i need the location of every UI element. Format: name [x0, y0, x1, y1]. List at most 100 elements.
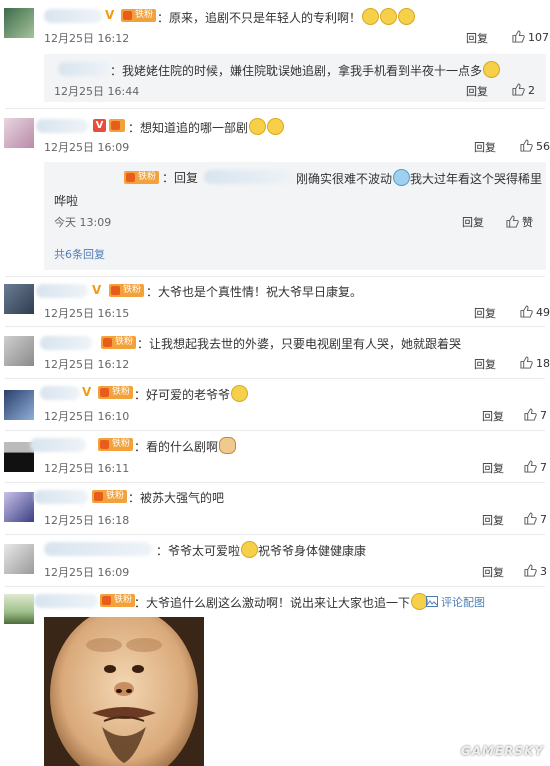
like-count: 18 [536, 357, 550, 370]
comment-text: ：看的什么剧啊 [134, 437, 237, 455]
reply-button[interactable]: 回复 [466, 30, 488, 46]
username-blurred[interactable] [34, 594, 98, 608]
like-button[interactable]: 3 [524, 564, 547, 578]
username-blurred[interactable] [40, 386, 80, 400]
verified-v-icon: V [82, 385, 92, 399]
comment-9: 铁粉 ：大爷追什么剧这么激动啊！说出来让大家也追一下 评论配图 GAMERSKY [0, 588, 550, 766]
like-button[interactable]: 56 [520, 139, 550, 153]
reply-button[interactable]: 回复 [482, 408, 504, 424]
laugh-emoji [241, 541, 259, 558]
avatar[interactable] [4, 390, 34, 420]
reply-button[interactable]: 回复 [462, 214, 484, 230]
comment-text: ：想知道追的哪一部剧 [128, 118, 285, 136]
like-count: 2 [528, 84, 535, 97]
like-button[interactable]: 49 [520, 305, 550, 319]
crying-laugh-emoji [362, 8, 380, 25]
divider [5, 326, 545, 327]
comment-text: ：大爷也是个真性情！祝大爷早日康复。 [146, 285, 363, 299]
fan-badge-icon: 铁粉 [98, 438, 134, 451]
username-blurred[interactable] [204, 170, 294, 184]
sub-reply-text: 哗啦 [54, 194, 79, 208]
divider [5, 586, 545, 587]
username-blurred[interactable] [44, 542, 152, 556]
avatar[interactable] [4, 336, 34, 366]
like-label: 赞 [522, 216, 533, 229]
dog-emoji [219, 437, 237, 454]
username-blurred[interactable] [34, 490, 88, 504]
like-count: 3 [540, 565, 547, 578]
reply-button[interactable]: 回复 [482, 512, 504, 528]
avatar[interactable] [4, 284, 34, 314]
username-blurred[interactable] [30, 438, 86, 452]
avatar[interactable] [4, 594, 34, 624]
comment-text: ：让我想起我去世的外婆，只要电视剧里有人哭，她就跟着哭 [137, 337, 462, 351]
verified-v-icon: V [92, 283, 102, 297]
like-count: 107 [528, 31, 549, 44]
reply-button[interactable]: 回复 [474, 305, 496, 321]
crying-laugh-emoji [380, 8, 398, 25]
sub-reply-text: ：回复 [162, 171, 199, 185]
thumbs-up-icon [524, 460, 537, 473]
divider [5, 534, 545, 535]
avatar[interactable] [4, 118, 34, 148]
avatar[interactable] [4, 492, 34, 522]
comment-5: V 铁粉 ：好可爱的老爷爷 12月25日 16:10 回复 7 [0, 380, 550, 430]
laugh-emoji [483, 61, 501, 78]
fan-badge-icon: 铁粉 [109, 284, 145, 297]
thumbs-up-icon [524, 408, 537, 421]
like-button[interactable]: 7 [524, 512, 547, 526]
timestamp: 12月25日 16:09 [44, 141, 130, 154]
like-button[interactable]: 107 [512, 30, 549, 44]
comment-image-link[interactable]: 评论配图 [426, 594, 485, 610]
username-blurred[interactable] [44, 9, 102, 23]
thumbs-up-icon [524, 512, 537, 525]
timestamp: 今天 13:09 [54, 216, 112, 229]
username-blurred[interactable] [58, 62, 110, 76]
thumbs-up-icon [520, 356, 533, 369]
timestamp: 12月25日 16:11 [44, 462, 130, 475]
timestamp: 12月25日 16:09 [44, 566, 130, 579]
like-button[interactable]: 18 [520, 356, 550, 370]
comment-text: ：爷爷太可爱啦 祝爷爷身体健健康康 [156, 541, 366, 559]
username-blurred[interactable] [36, 284, 88, 298]
avatar[interactable] [4, 8, 34, 38]
reply-button[interactable]: 回复 [474, 356, 496, 372]
username-blurred[interactable] [40, 336, 92, 350]
comment-2: V ：想知道追的哪一部剧 12月25日 16:09 回复 56 [0, 110, 550, 158]
thumbs-up-icon [506, 215, 519, 228]
username-blurred[interactable] [36, 119, 88, 133]
reply-button[interactable]: 回复 [474, 139, 496, 155]
thumbs-up-icon [512, 83, 525, 96]
comment-4: 铁粉 ：让我想起我去世的外婆，只要电视剧里有人哭，她就跟着哭 12月25日 16… [0, 328, 550, 378]
reply-button[interactable]: 回复 [482, 564, 504, 580]
sub-reply-block: 铁粉 ：回复 刚确实很难不波动 我大过年看这个哭得稀里 哗啦 今天 13:09 回… [44, 162, 546, 270]
reply-button[interactable]: 回复 [466, 83, 488, 99]
fan-badge-icon: 铁粉 [124, 171, 160, 184]
fan-badge-icon [109, 119, 125, 132]
reply-button[interactable]: 回复 [482, 460, 504, 476]
fan-badge-icon: 铁粉 [98, 386, 134, 399]
more-replies-link[interactable]: 共6条回复 [54, 246, 105, 262]
shy-emoji [267, 118, 285, 135]
comment-3: V 铁粉 ：大爷也是个真性情！祝大爷早日康复。 12月25日 16:15 回复 … [0, 278, 550, 326]
like-button[interactable]: 7 [524, 408, 547, 422]
verified-v-icon: V [105, 8, 115, 22]
like-count: 7 [540, 461, 547, 474]
comment-8: ：爷爷太可爱啦 祝爷爷身体健健康康 12月25日 16:09 回复 3 [0, 536, 550, 586]
crying-emoji [393, 169, 411, 186]
sub-reply-block: ：我姥姥住院的时候，嫌住院耽误她追剧，拿我手机看到半夜十一点多 12月25日 1… [44, 54, 546, 102]
like-button[interactable]: 7 [524, 460, 547, 474]
divider [5, 378, 545, 379]
shy-emoji [249, 118, 267, 135]
image-icon [426, 596, 438, 607]
divider [5, 276, 545, 277]
fan-badge-icon: 铁粉 [92, 490, 128, 503]
comment-image[interactable] [44, 617, 204, 766]
like-button[interactable]: 2 [512, 83, 535, 97]
avatar[interactable] [4, 544, 34, 574]
divider [5, 430, 545, 431]
like-button[interactable]: 赞 [506, 214, 533, 230]
face-picture [44, 617, 204, 766]
comment-6: 铁粉 ：看的什么剧啊 12月25日 16:11 回复 7 [0, 432, 550, 482]
sub-reply-text: ：我姥姥住院的时候，嫌住院耽误她追剧，拿我手机看到半夜十一点多 [110, 61, 501, 79]
